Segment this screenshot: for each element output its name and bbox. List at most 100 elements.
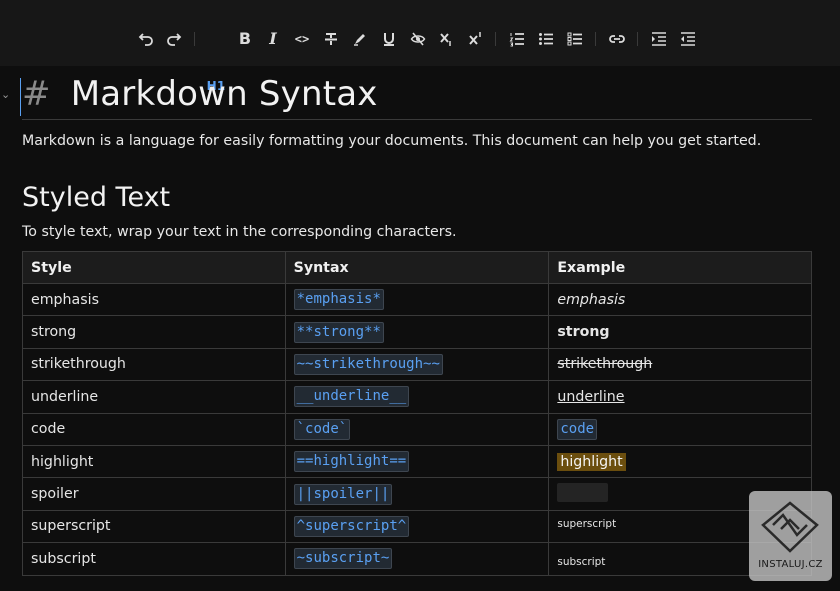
superscript-icon [469,32,481,45]
table-row: emphasis *emphasis* emphasis [22,282,812,317]
syntax-code: ==highlight== [293,451,410,473]
example-cell[interactable]: emphasis [548,282,812,317]
italic-button[interactable]: I [261,27,285,51]
example-cell[interactable]: strong [548,315,812,349]
example-strong: strong [557,324,610,341]
example-superscript: superscript [557,518,617,531]
watermark-logo: INSTALUJ.CZ [749,491,832,581]
subscript-button[interactable] [435,27,459,51]
example-underline: underline [557,388,625,405]
code-button[interactable]: <> [290,27,314,51]
strikethrough-button[interactable] [319,27,343,51]
subscript-icon [440,33,451,46]
watermark-text: INSTALUJ.CZ [758,559,823,570]
example-spoiler[interactable]: spoiler [557,482,609,502]
example-code: code [557,418,598,440]
syntax-code: **strong** [293,321,384,343]
highlighter-icon [354,34,365,46]
table-row: code `code` code [22,412,812,446]
toolbar-separator [194,32,195,46]
indent-icon [652,32,666,46]
spoiler-button[interactable] [406,27,430,51]
checklist-icon [567,32,582,46]
link-button[interactable] [605,27,629,51]
example-cell[interactable]: underline [548,380,812,414]
example-emphasis: emphasis [557,291,626,308]
syntax-cell[interactable]: __underline__ [284,380,550,414]
table-row: superscript ^superscript^ superscript [22,509,812,544]
intro-paragraph[interactable]: Markdown is a language for easily format… [22,133,761,149]
outdent-icon [681,32,695,46]
table-row: subscript ~subscript~ subscript [22,542,812,576]
syntax-cell[interactable]: ^superscript^ [284,509,550,544]
table-row: highlight ==highlight== highlight [22,444,812,479]
syntax-cell[interactable]: ~~strikethrough~~ [284,347,550,382]
table-row: strong **strong** strong [22,315,812,349]
section-heading[interactable]: Styled Text [22,182,170,213]
example-cell[interactable]: highlight [548,444,812,479]
toolbar-separator [595,32,596,46]
eye-off-icon [410,32,426,46]
column-header-syntax[interactable]: Syntax [284,251,550,284]
style-cell[interactable]: subscript [22,542,286,576]
syntax-cell[interactable]: **strong** [284,315,550,349]
example-subscript: subscript [557,555,606,568]
underline-button[interactable] [377,27,401,51]
style-cell[interactable]: code [22,412,286,446]
syntax-cell[interactable]: *emphasis* [284,282,550,317]
style-cell[interactable]: emphasis [22,282,286,317]
style-cell[interactable]: underline [22,380,286,414]
example-strikethrough: strikethrough [557,356,653,373]
formatting-toolbar: H1 B I <> [0,0,840,93]
page-title[interactable]: # Markdown Syntax [22,74,378,114]
example-cell[interactable]: code [548,412,812,446]
ordered-list-icon [509,33,524,47]
indent-button[interactable] [647,27,671,51]
example-cell[interactable]: strikethrough [548,347,812,382]
bullet-list-button[interactable] [534,27,558,51]
redo-icon [167,33,182,46]
underline-icon [384,33,394,46]
syntax-code: *emphasis* [293,289,384,311]
watermark-emblem-icon [761,501,819,553]
style-cell[interactable]: highlight [22,444,286,479]
syntax-cell[interactable]: `code` [284,412,550,446]
superscript-button[interactable] [464,27,488,51]
table-header-row: Style Syntax Example [22,251,812,284]
collapse-chevron-icon[interactable]: ⌄ [1,88,10,101]
syntax-code: ||spoiler|| [293,483,393,505]
syntax-cell[interactable]: ==highlight== [284,444,550,479]
style-cell[interactable]: strikethrough [22,347,286,382]
column-header-example[interactable]: Example [548,251,812,284]
syntax-cell[interactable]: ~subscript~ [284,542,550,576]
table-row: underline __underline__ underline [22,380,812,414]
bold-button[interactable]: B [233,27,257,51]
undo-button[interactable] [134,27,158,51]
heading-marker: # [22,74,51,114]
text-cursor [20,78,21,116]
style-cell[interactable]: spoiler [22,477,286,511]
title-divider [22,119,812,120]
style-cell[interactable]: strong [22,315,286,349]
highlight-button[interactable] [348,27,372,51]
redo-button[interactable] [162,27,186,51]
syntax-code: __underline__ [293,386,410,408]
syntax-code: ~~strikethrough~~ [293,353,443,375]
style-cell[interactable]: superscript [22,509,286,544]
task-list-button[interactable] [563,27,587,51]
toolbar-separator [637,32,638,46]
table-row: spoiler ||spoiler|| spoiler [22,477,812,511]
column-header-style[interactable]: Style [22,251,286,284]
page-title-text: Markdown Syntax [70,74,378,114]
syntax-cell[interactable]: ||spoiler|| [284,477,550,511]
syntax-code: ~subscript~ [293,548,393,570]
undo-icon [138,33,153,46]
styles-table: Style Syntax Example emphasis *emphasis*… [22,251,812,576]
ordered-list-button[interactable] [505,27,529,51]
link-icon [609,35,625,43]
bullet-list-icon [539,33,553,45]
outdent-button[interactable] [676,27,700,51]
strikethrough-icon [325,33,337,45]
example-highlight: highlight [557,452,626,471]
section-description[interactable]: To style text, wrap your text in the cor… [22,224,456,240]
